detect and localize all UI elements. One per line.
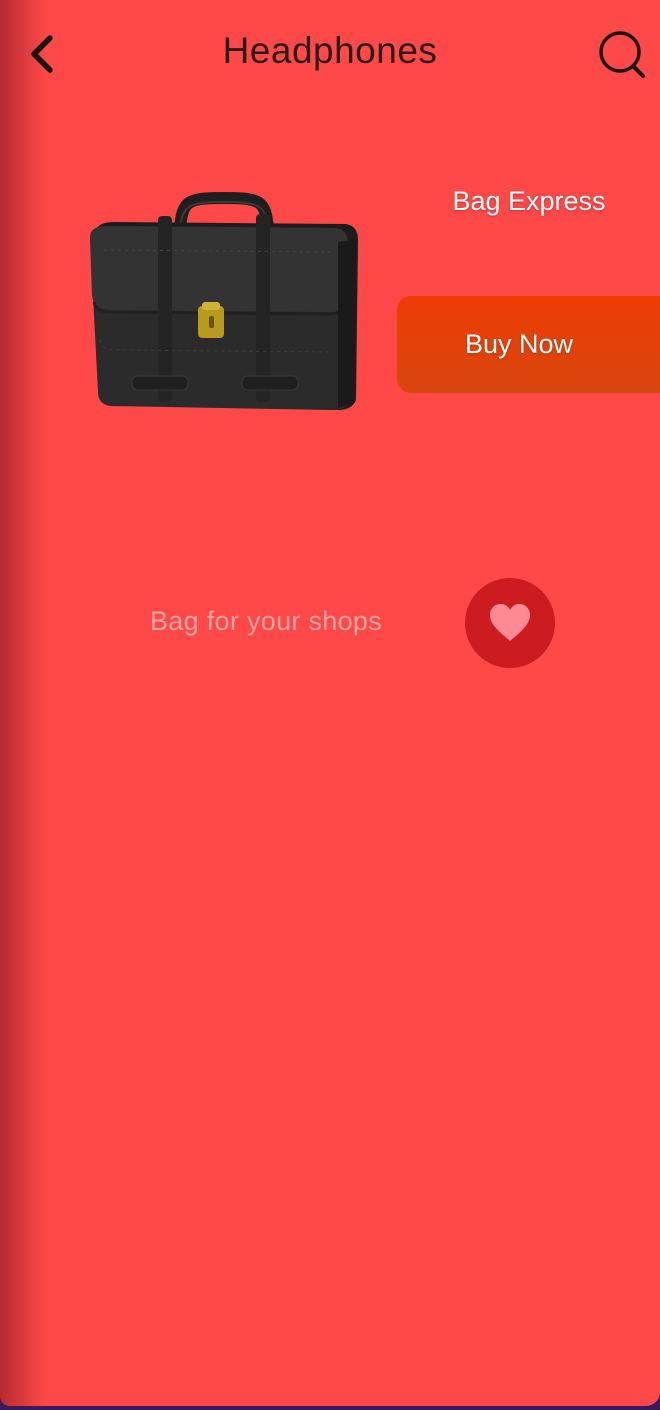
product-image <box>84 190 366 418</box>
search-icon <box>599 31 645 78</box>
product-screen: Headphones Bag Express Buy Now Bag for y… <box>0 0 660 1406</box>
buy-now-label: Buy Now <box>465 329 574 359</box>
search-button[interactable] <box>594 28 650 82</box>
brand-name: Bag Express <box>452 186 606 216</box>
buy-now-button[interactable]: Buy Now <box>397 296 660 393</box>
heart-icon <box>490 604 530 641</box>
product-description: Bag for your shops <box>150 606 383 636</box>
page-title: Headphones <box>222 30 438 71</box>
favorite-button[interactable] <box>465 578 555 668</box>
header: Headphones <box>0 0 660 110</box>
